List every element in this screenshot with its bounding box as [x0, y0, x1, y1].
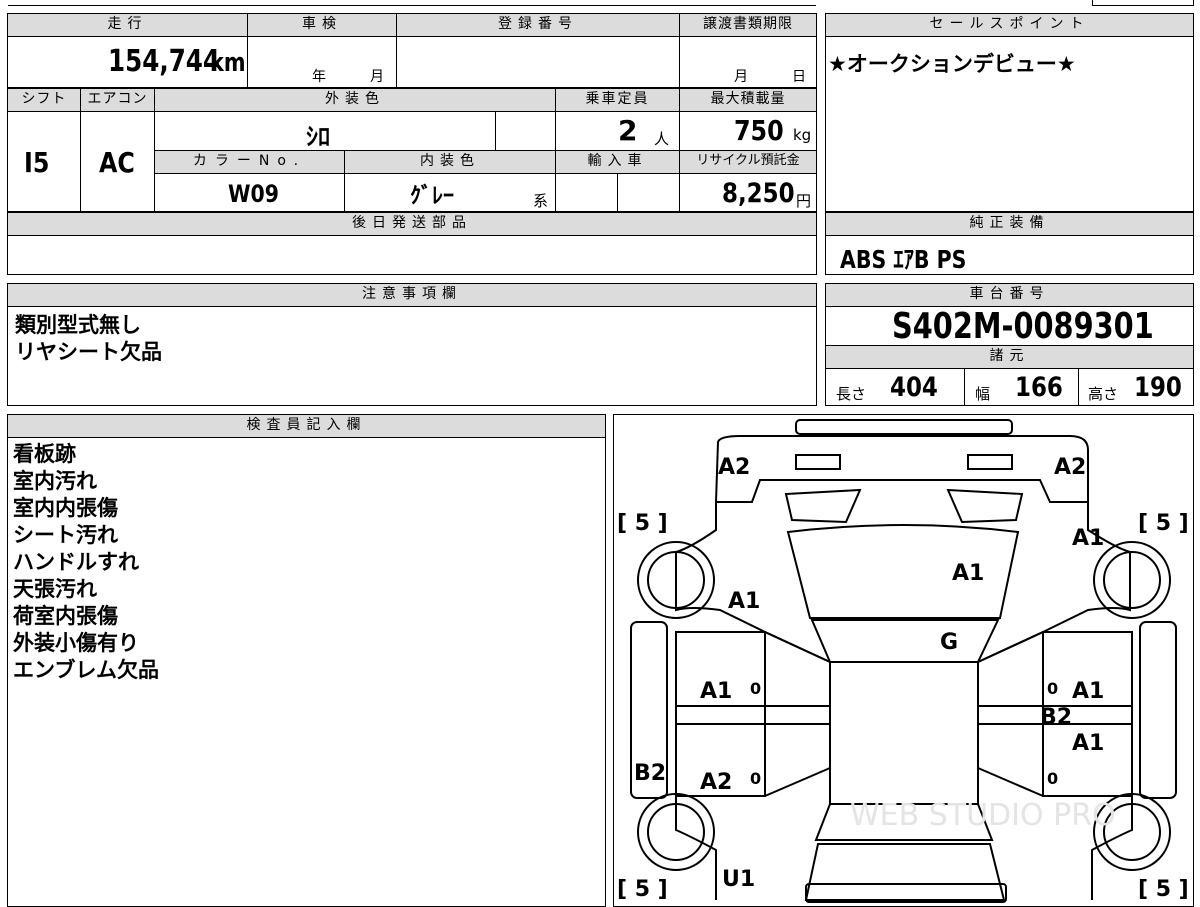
interior-color-suffix: 系 — [533, 192, 549, 210]
import-label: 輸入車 — [555, 150, 680, 174]
inspection-label: 車検 — [247, 13, 397, 37]
mark-left-rear-door: A2 — [700, 770, 732, 795]
exterior-color-value: ｼﾛ — [306, 123, 330, 151]
equipment-text: ABS ｴｱB PS — [840, 245, 967, 274]
inspector-line: 天張汚れ — [13, 577, 97, 601]
inspector-line: 看板跡 — [13, 442, 76, 466]
notes-line: 類別型式無し — [15, 313, 141, 337]
mark-right-front-door: A1 — [1072, 679, 1104, 704]
import-cell-b — [617, 173, 680, 212]
mark-left-front-door: A1 — [700, 679, 732, 704]
mark-right-pillar: B2 — [1040, 705, 1072, 730]
tire-label-front-left: [ 5 ] — [617, 511, 668, 536]
mark-front-left: A2 — [718, 455, 750, 480]
mark-rear-left: U1 — [722, 867, 755, 892]
mark-hood: A1 — [952, 561, 984, 586]
notes-line: リヤシート欠品 — [15, 340, 162, 364]
transfer-day-unit: 日 — [792, 69, 806, 85]
exterior-color-extra-cell — [495, 111, 556, 151]
transfer-deadline-label: 譲渡書類期限 — [679, 13, 817, 37]
inspector-line: エンブレム欠品 — [13, 658, 159, 682]
capacity-value: 2 — [618, 114, 638, 147]
top-stub-row — [8, 0, 816, 6]
interior-color-label: 内装色 — [344, 150, 556, 174]
mark-right-rear-door: A1 — [1072, 731, 1104, 756]
diagram-watermark: WEB STUDIO PRO — [850, 798, 1116, 833]
top-stub-right — [1092, 0, 1194, 6]
equipment-label: 純正装備 — [825, 212, 1194, 236]
registration-cell — [396, 36, 680, 88]
inspector-line: 室内汚れ — [13, 469, 97, 493]
import-cell-a — [555, 173, 618, 212]
transfer-month-unit: 月 — [734, 69, 748, 85]
recycle-label: リサイクル預託金 — [679, 150, 817, 174]
sales-point-text: ★オークションデビュー★ — [828, 52, 1076, 76]
recycle-unit: 円 — [796, 192, 812, 210]
door-handle-mark-lr: 0 — [750, 769, 761, 788]
specs-label: 諸元 — [825, 345, 1194, 369]
tire-label-rear-left: [ 5 ] — [617, 877, 668, 902]
shift-value: I5 — [24, 146, 50, 179]
mark-front-right: A2 — [1054, 455, 1086, 480]
spec-length-label: 長さ — [836, 385, 867, 403]
recycle-fee-value: 8,250 — [722, 178, 795, 209]
mileage-label: 走行 — [7, 13, 248, 37]
ac-value: AC — [99, 146, 135, 179]
inspector-line: 荷室内張傷 — [13, 604, 118, 628]
later-parts-cell — [7, 235, 817, 275]
inspector-line: 外装小傷有り — [13, 631, 139, 655]
max-load-value: 750 — [734, 114, 784, 147]
mark-windshield: G — [940, 630, 958, 655]
shift-label: シフト — [7, 88, 81, 112]
max-load-unit: kg — [793, 126, 812, 144]
spec-height-value: 190 — [1134, 372, 1182, 403]
interior-color-value: ｸﾞﾚｰ — [410, 184, 455, 209]
sales-point-label: セールスポイント — [825, 13, 1194, 37]
notes-label: 注意事項欄 — [7, 283, 817, 307]
mark-left-front-fender: A1 — [728, 589, 760, 614]
registration-label: 登録番号 — [396, 13, 680, 37]
tire-label-front-right: [ 5 ] — [1138, 511, 1189, 536]
vehicle-diagram: WEB STUDIO PRO [ 5 ] [ 5 ] [ 5 ] [ 5 ] A… — [617, 419, 1189, 903]
later-parts-label: 後日発送部品 — [7, 212, 817, 236]
inspection-month-unit: 月 — [370, 69, 384, 85]
exterior-color-label: 外装色 — [154, 88, 556, 112]
max-load-label: 最大積載量 — [679, 88, 817, 112]
inspector-line: 室内内張傷 — [13, 496, 118, 520]
inspector-line: シート汚れ — [13, 523, 118, 547]
ac-label: エアコン — [80, 88, 155, 112]
capacity-label: 乗車定員 — [555, 88, 680, 112]
door-handle-mark-rf: 0 — [1047, 679, 1058, 698]
inspector-label: 検査員記入欄 — [7, 414, 606, 438]
door-handle-mark-rr: 0 — [1047, 769, 1058, 788]
capacity-unit: 人 — [654, 130, 670, 148]
mark-right-front-fender: A1 — [1072, 526, 1104, 551]
inspection-year-unit: 年 — [312, 69, 326, 85]
spec-length-value: 404 — [890, 372, 938, 403]
color-no-label: カラーNo. — [154, 150, 345, 174]
spec-width-label: 幅 — [975, 385, 991, 403]
chassis-number: S402M-0089301 — [892, 306, 1154, 347]
mileage-unit: km — [210, 48, 246, 78]
inspector-line: ハンドルすれ — [13, 550, 139, 574]
notes-box: 類別型式無し リヤシート欠品 — [7, 306, 817, 406]
mark-left-sill: B2 — [634, 761, 666, 786]
spec-height-label: 高さ — [1088, 385, 1119, 403]
tire-label-rear-right: [ 5 ] — [1138, 877, 1189, 902]
color-no-value: W09 — [228, 180, 279, 208]
mileage-number: 154,744 — [108, 44, 221, 79]
spec-width-value: 166 — [1015, 372, 1063, 403]
chassis-label: 車台番号 — [825, 283, 1194, 307]
door-handle-mark-lf: 0 — [750, 679, 761, 698]
vehicle-diagram-box: WEB STUDIO PRO [ 5 ] [ 5 ] [ 5 ] [ 5 ] A… — [613, 414, 1194, 907]
inspector-box: 看板跡 室内汚れ 室内内張傷 シート汚れ ハンドルすれ 天張汚れ 荷室内張傷 外… — [7, 437, 606, 907]
